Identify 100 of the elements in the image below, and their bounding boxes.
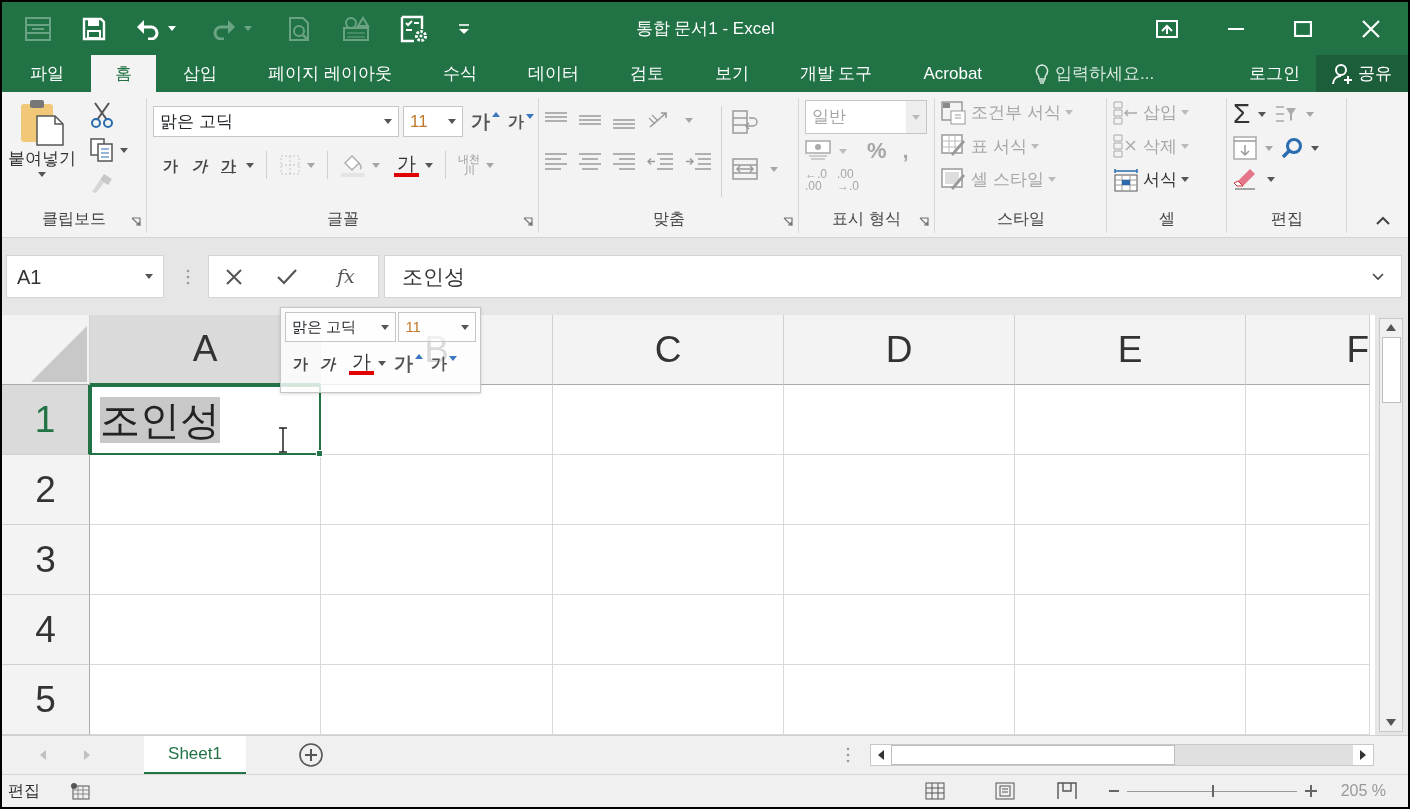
grid-cell[interactable]: [90, 525, 321, 595]
align-center-icon[interactable]: [579, 152, 601, 171]
maximize-icon[interactable]: [1294, 20, 1312, 37]
expand-caret-icon[interactable]: [1372, 272, 1384, 281]
ribbon-tab[interactable]: 데이터: [503, 55, 603, 92]
resize-handle-icon[interactable]: [186, 268, 190, 285]
grid-cell[interactable]: [1015, 385, 1246, 455]
grid-cell[interactable]: [784, 455, 1015, 525]
column-header[interactable]: D: [784, 315, 1015, 385]
ribbon-tab[interactable]: 페이지 레이아웃: [244, 55, 416, 92]
save-icon[interactable]: [82, 16, 106, 41]
ribbon-tab[interactable]: 검토: [605, 55, 688, 92]
fill-down-icon[interactable]: [1233, 136, 1257, 160]
previous-sheet-icon[interactable]: [40, 750, 46, 760]
caret-icon[interactable]: [38, 171, 46, 177]
paste-button[interactable]: 붙여넣기: [8, 98, 76, 207]
sort-filter-icon[interactable]: [1274, 105, 1299, 123]
caret-icon[interactable]: [1311, 145, 1319, 151]
dialog-launcher-icon[interactable]: [783, 217, 793, 227]
zoom-slider-thumb[interactable]: [1211, 785, 1214, 797]
share-button[interactable]: 공유: [1316, 55, 1408, 92]
bold-button[interactable]: 가: [159, 157, 182, 173]
scroll-left-icon[interactable]: [871, 745, 891, 765]
sign-in-link[interactable]: 로그인: [1233, 55, 1316, 92]
close-icon[interactable]: [1362, 19, 1380, 38]
align-right-icon[interactable]: [613, 152, 635, 171]
copy-icon[interactable]: [90, 138, 114, 162]
grid-cell[interactable]: [784, 595, 1015, 665]
column-header[interactable]: E: [1015, 315, 1246, 385]
dialog-launcher-icon[interactable]: [523, 217, 533, 227]
scroll-right-icon[interactable]: [1353, 745, 1373, 765]
format-painter-icon[interactable]: [90, 172, 114, 194]
font-size-field[interactable]: 11: [403, 106, 463, 137]
font-color-button[interactable]: 가: [394, 153, 419, 177]
sheet-tab[interactable]: Sheet1: [144, 735, 246, 775]
caret-icon[interactable]: [381, 324, 390, 330]
scrollbar-thumb[interactable]: [891, 745, 1175, 765]
normal-view-icon[interactable]: [924, 782, 945, 800]
grid-cell[interactable]: [784, 525, 1015, 595]
caret-icon[interactable]: [384, 119, 392, 124]
grid-cell[interactable]: [1246, 455, 1370, 525]
grid-cell[interactable]: [321, 595, 553, 665]
select-all-icon[interactable]: [29, 324, 89, 384]
grid-cell[interactable]: [1015, 455, 1246, 525]
name-box[interactable]: A1: [6, 255, 164, 298]
row-header[interactable]: 2: [2, 455, 90, 525]
zoom-in-icon[interactable]: [1304, 785, 1317, 797]
ribbon-display-icon[interactable]: [1156, 19, 1178, 38]
row-header[interactable]: 4: [2, 595, 90, 665]
italic-button[interactable]: 가: [188, 157, 211, 173]
font-size-field[interactable]: 11: [398, 312, 476, 342]
grow-font-button[interactable]: 가: [390, 354, 423, 373]
ribbon-tab[interactable]: 홈: [91, 55, 156, 92]
ribbon-tab[interactable]: 수식: [418, 55, 501, 92]
format-cells-icon[interactable]: [1113, 167, 1139, 192]
merge-center-icon[interactable]: [732, 158, 758, 180]
column-header[interactable]: C: [553, 315, 784, 385]
increase-indent-icon[interactable]: [685, 152, 711, 171]
page-layout-view-icon[interactable]: [994, 782, 1015, 800]
grid-cell[interactable]: [321, 525, 553, 595]
next-sheet-icon[interactable]: [84, 750, 90, 760]
page-break-view-icon[interactable]: [1056, 782, 1077, 800]
grid-cell[interactable]: [553, 455, 784, 525]
grid-cell[interactable]: [1246, 525, 1370, 595]
font-name-field[interactable]: 맑은 고딕: [153, 106, 399, 137]
customize-menu-icon[interactable]: [458, 22, 470, 35]
grid-cell[interactable]: [553, 385, 784, 455]
ribbon-tab[interactable]: 삽입: [159, 55, 241, 92]
grid-cell[interactable]: [553, 595, 784, 665]
font-name-field[interactable]: 맑은 고딕: [285, 312, 397, 342]
caret-icon[interactable]: [425, 162, 433, 168]
scroll-down-icon[interactable]: [1386, 719, 1396, 726]
column-header[interactable]: F: [1246, 315, 1370, 385]
tell-me-field[interactable]: 입력하세요...: [1055, 60, 1176, 87]
split-handle-icon[interactable]: [846, 747, 850, 763]
shrink-font-button[interactable]: 가: [504, 113, 534, 130]
row-header[interactable]: 3: [2, 525, 90, 595]
currency-icon[interactable]: [805, 140, 831, 162]
grid-cell[interactable]: [784, 385, 1015, 455]
cancel-icon[interactable]: [226, 268, 243, 285]
document-gear-icon[interactable]: [400, 14, 428, 43]
caret-icon[interactable]: [145, 274, 153, 279]
enter-check-icon[interactable]: [276, 268, 297, 285]
cells-menu-button[interactable]: 서식: [1113, 167, 1189, 193]
grid-cell[interactable]: [553, 525, 784, 595]
caret-icon[interactable]: [1267, 176, 1275, 182]
caret-icon[interactable]: [168, 26, 176, 31]
horizontal-scrollbar[interactable]: [870, 744, 1374, 766]
underline-button[interactable]: 가: [217, 157, 240, 173]
scroll-up-icon[interactable]: [1386, 324, 1396, 331]
find-icon[interactable]: [1281, 137, 1303, 159]
caret-icon[interactable]: [1181, 177, 1189, 183]
caret-icon[interactable]: [461, 324, 469, 330]
new-sheet-icon[interactable]: [298, 742, 324, 768]
caret-icon[interactable]: [120, 147, 128, 153]
ribbon-tab[interactable]: 파일: [6, 55, 88, 92]
grid-cell[interactable]: [90, 455, 321, 525]
cut-icon[interactable]: [90, 102, 114, 128]
font-color-button[interactable]: 가: [349, 352, 374, 375]
row-header[interactable]: 1: [2, 385, 90, 455]
